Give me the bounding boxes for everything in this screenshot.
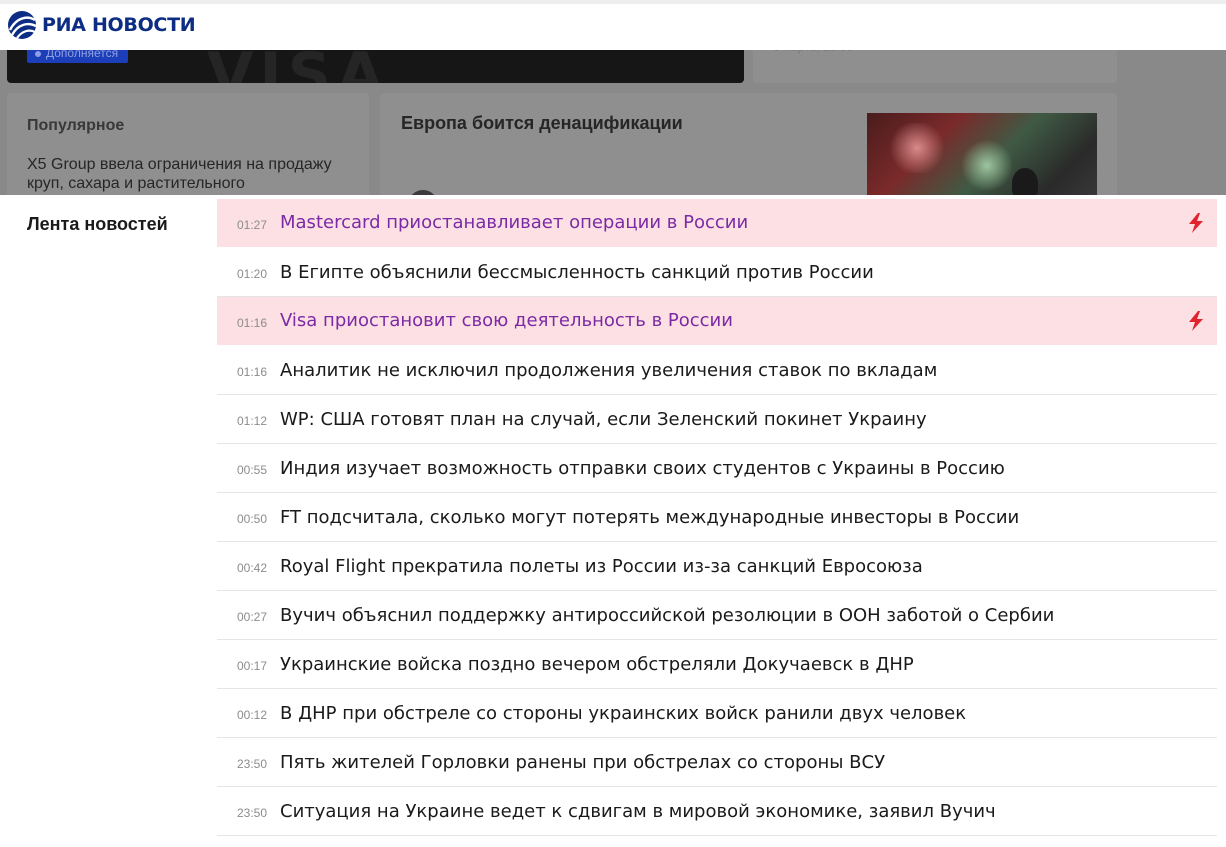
feed-item-time: 01:16 xyxy=(237,315,268,330)
feed-item[interactable]: 01:27 Mastercard приостанавливает операц… xyxy=(217,199,1217,247)
feed-item-title[interactable]: В ДНР при обстреле со стороны украинских… xyxy=(280,703,966,724)
feed-item[interactable]: 01:16 Visa приостановит свою деятельност… xyxy=(217,297,1217,345)
site-header: РИА НОВОСТИ xyxy=(0,0,1226,50)
feed-item[interactable]: 00:12 В ДНР при обстреле со стороны укра… xyxy=(217,689,1217,738)
news-feed-panel: Лента новостей 01:27 Mastercard приостан… xyxy=(0,195,1226,847)
feed-item-title[interactable]: WP: США готовят план на случай, если Зел… xyxy=(280,409,927,430)
feed-item-title[interactable]: Вучич объяснил поддержку антироссийской … xyxy=(280,605,1054,626)
feed-item-time: 23:50 xyxy=(237,806,268,820)
feed-item[interactable]: 01:12 WP: США готовят план на случай, ес… xyxy=(217,395,1217,444)
feed-item-time: 00:42 xyxy=(237,561,268,575)
feed-item-time: 23:50 xyxy=(237,757,268,771)
feed-item-time: 01:12 xyxy=(237,414,268,428)
feed-item[interactable]: 23:50 Пять жителей Горловки ранены при о… xyxy=(217,738,1217,787)
feed-list: 01:27 Mastercard приостанавливает операц… xyxy=(217,199,1217,836)
ria-globe-icon xyxy=(8,11,37,39)
feed-item-title[interactable]: Аналитик не исключил продолжения увеличе… xyxy=(280,360,937,381)
feed-item-title[interactable]: Пять жителей Горловки ранены при обстрел… xyxy=(280,752,885,773)
feed-item-title[interactable]: Royal Flight прекратила полеты из России… xyxy=(280,556,923,577)
logo-text: РИА НОВОСТИ xyxy=(42,14,196,36)
feature-title[interactable]: Европа боится денацификации xyxy=(401,113,683,134)
feed-item-title[interactable]: Индия изучает возможность отправки своих… xyxy=(280,458,1005,479)
feed-item-time: 01:20 xyxy=(237,267,268,281)
image-flare xyxy=(962,138,1012,193)
lightning-icon xyxy=(1189,311,1203,331)
feed-item-time: 00:17 xyxy=(237,659,268,673)
feed-item-title[interactable]: Украинские войска поздно вечером обстрел… xyxy=(280,654,914,675)
feed-item-time: 00:55 xyxy=(237,463,268,477)
feed-item-time: 00:27 xyxy=(237,610,268,624)
feed-item-title[interactable]: Mastercard приостанавливает операции в Р… xyxy=(280,212,748,233)
feed-title: Лента новостей xyxy=(27,214,168,234)
badge-dot-icon xyxy=(35,50,41,57)
feed-item-title[interactable]: FT подсчитала, сколько могут потерять ме… xyxy=(280,507,1019,528)
feed-item-title[interactable]: В Египте объяснили бессмысленность санкц… xyxy=(280,262,874,283)
feed-item-title[interactable]: Visa приостановит свою деятельность в Ро… xyxy=(280,310,733,331)
feed-item-title[interactable]: Ситуация на Украине ведет к сдвигам в ми… xyxy=(280,801,996,822)
feed-item-time: 00:12 xyxy=(237,708,268,722)
lightning-icon xyxy=(1189,213,1203,233)
feed-item-time: 01:27 xyxy=(237,217,268,232)
feed-item[interactable]: 23:50 Ситуация на Украине ведет к сдвига… xyxy=(217,787,1217,836)
feature-image[interactable] xyxy=(867,113,1097,195)
image-figure xyxy=(1012,168,1038,195)
feature-card[interactable]: Европа боится денацификации xyxy=(380,93,1117,195)
feed-item[interactable]: 01:16 Аналитик не исключил продолжения у… xyxy=(217,346,1217,395)
feed-item-time: 00:50 xyxy=(237,512,268,526)
feed-item[interactable]: 00:42 Royal Flight прекратила полеты из … xyxy=(217,542,1217,591)
image-flare xyxy=(887,123,947,173)
site-logo[interactable]: РИА НОВОСТИ xyxy=(7,10,196,40)
feed-item[interactable]: 00:27 Вучич объяснил поддержку антиросси… xyxy=(217,591,1217,640)
feed-item[interactable]: 00:55 Индия изучает возможность отправки… xyxy=(217,444,1217,493)
feed-item[interactable]: 00:50 FT подсчитала, сколько могут потер… xyxy=(217,493,1217,542)
feed-item[interactable]: 01:20 В Египте объяснили бессмысленность… xyxy=(217,248,1217,297)
feed-item[interactable]: 00:17 Украинские войска поздно вечером о… xyxy=(217,640,1217,689)
popular-item[interactable]: X5 Group ввела ограничения на продажу кр… xyxy=(27,155,349,193)
popular-card[interactable]: Популярное X5 Group ввела ограничения на… xyxy=(7,93,369,195)
popular-title: Популярное xyxy=(27,117,125,134)
feed-item-time: 01:16 xyxy=(237,365,268,379)
